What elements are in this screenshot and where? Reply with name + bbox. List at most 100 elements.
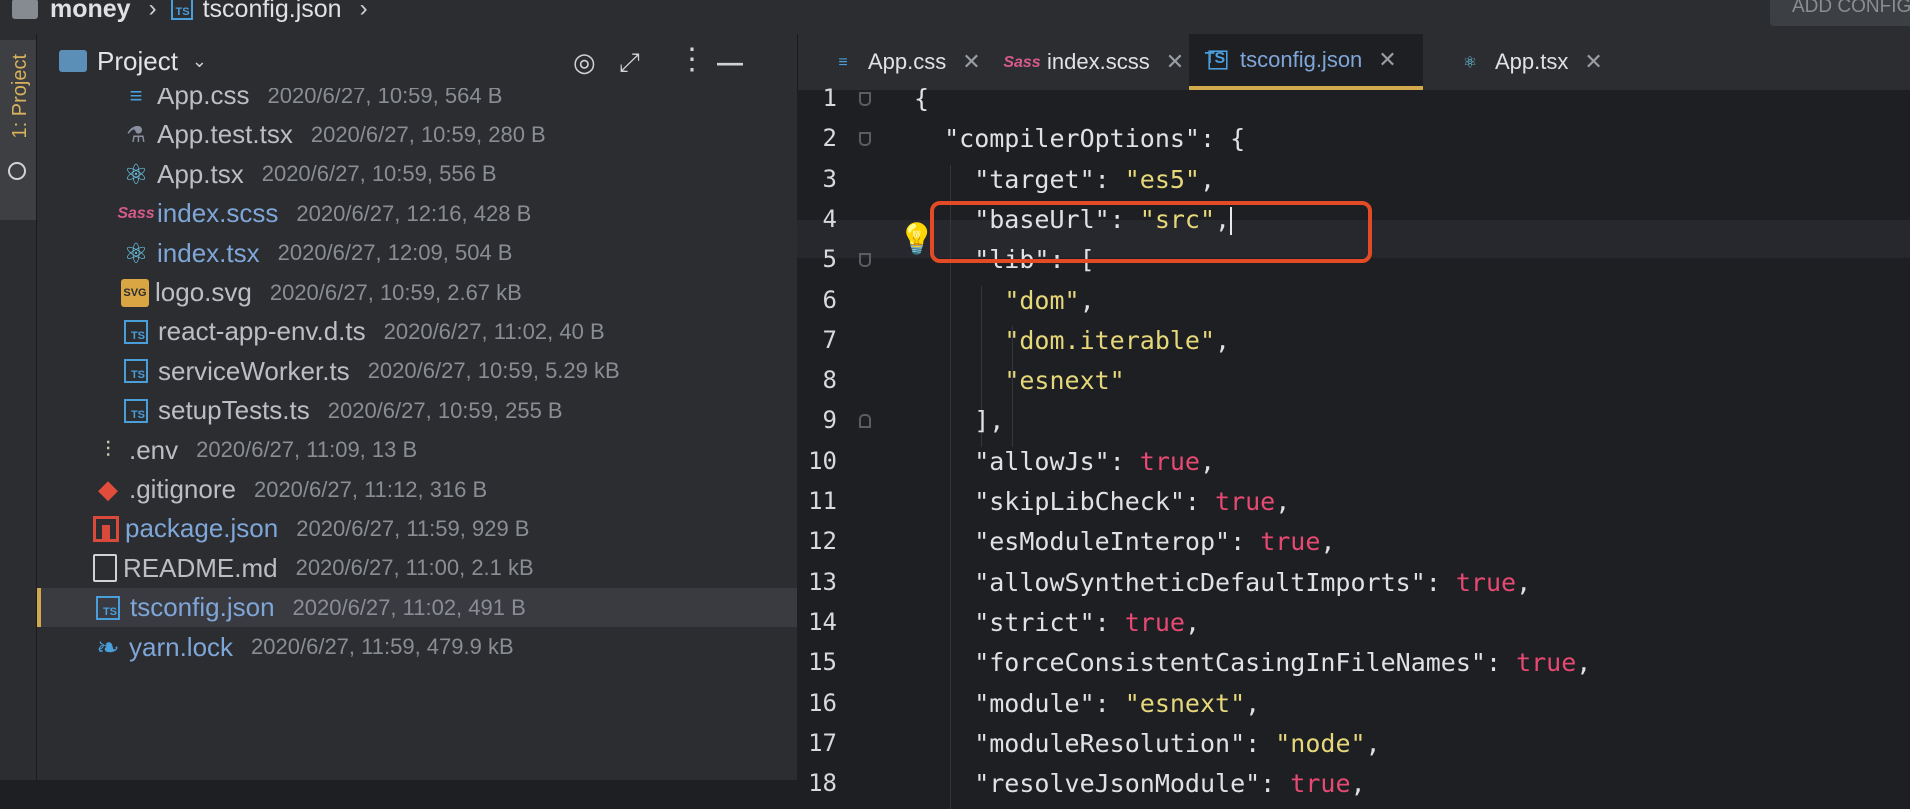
code-line: "target": "es5", xyxy=(914,165,1215,194)
code-line: "dom", xyxy=(914,285,1095,315)
panel-title[interactable]: Project xyxy=(97,46,178,77)
editor-tab[interactable]: Sass index.scss ✕ xyxy=(993,34,1184,90)
code-token: "allowSyntheticDefaultImports": xyxy=(914,567,1456,597)
breadcrumb-project[interactable]: money xyxy=(50,0,131,24)
code-token: , xyxy=(1350,769,1366,799)
tree-item[interactable]: ⚛ index.tsx 2020/6/27, 12:09, 504 B xyxy=(37,234,797,273)
tree-item[interactable]: ⚗ App.test.tsx 2020/6/27, 10:59, 280 B xyxy=(37,115,797,154)
css-icon: ≡ xyxy=(129,88,143,108)
file-name: setupTests.ts xyxy=(158,395,310,426)
more-options-icon[interactable]: ⋮ xyxy=(677,42,707,77)
css-icon: ≡ xyxy=(838,52,848,71)
minimize-icon[interactable]: — xyxy=(717,47,743,78)
editor-tab[interactable]: TS tsconfig.json ✕ xyxy=(1189,34,1423,90)
chevron-down-icon[interactable]: ⌄ xyxy=(192,51,207,72)
code-token: , xyxy=(1365,728,1381,758)
file-meta: 2020/6/27, 10:59, 5.29 kB xyxy=(367,358,620,384)
tree-item[interactable]: ⫶ .env 2020/6/27, 11:09, 13 B xyxy=(37,431,797,470)
tree-item[interactable]: ❧ yarn.lock 2020/6/27, 11:59, 479.9 kB xyxy=(37,628,797,667)
code-token: "target": xyxy=(914,164,1125,194)
file-name: .env xyxy=(129,434,179,465)
collapse-all-icon[interactable]: ⤢ xyxy=(619,47,640,79)
file-meta: 2020/6/27, 12:09, 504 B xyxy=(277,240,513,266)
code-line: "strict": true, xyxy=(914,608,1200,637)
file-name: package.json xyxy=(125,513,279,544)
code-line: "allowSyntheticDefaultImports": true, xyxy=(914,568,1531,597)
project-tool-label: 1: Project xyxy=(9,54,31,139)
code-token: , xyxy=(1184,607,1200,637)
editor-tab[interactable]: ⚛ App.tsx ✕ xyxy=(1441,34,1621,90)
breadcrumb-file[interactable]: tsconfig.json xyxy=(203,0,342,24)
code-token: "skipLibCheck": xyxy=(914,487,1216,516)
tree-item[interactable]: TS setupTests.ts 2020/6/27, 10:59, 255 B xyxy=(37,391,797,430)
tree-item[interactable]: README.md 2020/6/27, 11:00, 2.1 kB xyxy=(37,549,797,588)
tab-label: App.tsx xyxy=(1495,49,1569,74)
project-tool-button[interactable]: 1: Project xyxy=(0,40,36,220)
typescript-icon: TS xyxy=(124,319,148,344)
code-token: ], xyxy=(914,406,1005,436)
project-panel: Project ⌄ ◎ ⤢ ⋮ — ≡ App.css 2020/6/27, 10:… xyxy=(37,34,797,780)
code-line: "moduleResolution": "node", xyxy=(914,728,1381,758)
code-line: "esModuleInterop": true, xyxy=(914,527,1335,556)
file-meta: 2020/6/27, 10:59, 556 B xyxy=(261,161,497,187)
git-icon: ◆ xyxy=(98,474,118,504)
code-line: "resolveJsonModule": true, xyxy=(914,769,1366,799)
tree-item[interactable]: Sass index.scss 2020/6/27, 12:16, 428 B xyxy=(37,194,797,233)
code-token: , xyxy=(1516,567,1532,597)
typescript-icon: TS xyxy=(170,0,193,20)
tree-item[interactable]: ◆ .gitignore 2020/6/27, 11:12, 316 B xyxy=(37,470,797,509)
tree-item[interactable]: SVG logo.svg 2020/6/27, 10:59, 2.67 kB xyxy=(37,273,797,312)
file-name: logo.svg xyxy=(155,277,252,307)
tree-item[interactable]: TS serviceWorker.ts 2020/6/27, 10:59, 5.29… xyxy=(37,352,797,391)
breadcrumb: money › TS tsconfig.json › ADD CONFIGURA… xyxy=(0,0,1910,35)
code-token: true xyxy=(1516,648,1577,678)
add-configuration-button[interactable]: ADD CONFIGURATION xyxy=(1770,0,1910,26)
code-line: ], xyxy=(914,406,1004,435)
chevron-right-icon: › xyxy=(359,0,368,22)
folder-icon xyxy=(12,0,38,19)
file-meta: 2020/6/27, 11:09, 13 B xyxy=(196,437,418,463)
file-meta: 2020/6/27, 11:00, 2.1 kB xyxy=(295,555,534,581)
close-icon[interactable]: ✕ xyxy=(1378,47,1396,73)
tree-item[interactable]: ⚛ App.tsx 2020/6/27, 10:59, 556 B xyxy=(37,155,797,194)
tab-label: App.css xyxy=(868,49,947,74)
tree-item[interactable]: package.json 2020/6/27, 11:59, 929 B xyxy=(37,509,797,548)
code-line: "dom.iterable", xyxy=(914,326,1230,355)
code-token: { xyxy=(914,84,930,113)
code-token: "resolveJsonModule": xyxy=(914,769,1291,799)
code-line: "allowJs": true, xyxy=(914,447,1215,476)
tree-item[interactable]: ≡ App.css 2020/6/27, 10:59, 564 B xyxy=(37,88,797,115)
project-tree: ≡ App.css 2020/6/27, 10:59, 564 B ⚗ App.test… xyxy=(37,88,797,780)
file-name: .gitignore xyxy=(129,474,236,504)
code-line: { xyxy=(914,84,929,113)
editor-tab[interactable]: ≡ App.css ✕ xyxy=(814,34,986,90)
close-icon[interactable]: ✕ xyxy=(962,49,980,75)
react-icon: ⚛ xyxy=(1462,53,1478,72)
code-token: "moduleResolution": xyxy=(914,728,1276,758)
typescript-icon: TS xyxy=(124,398,148,423)
annotation-highlight-box xyxy=(930,201,1372,263)
file-name: yarn.lock xyxy=(129,631,234,662)
code-token: , xyxy=(1079,285,1095,315)
tree-item[interactable]: TS react-app-env.d.ts 2020/6/27, 11:02, 40… xyxy=(37,312,797,351)
file-name: App.css xyxy=(157,88,250,110)
code-token: true xyxy=(1455,567,1517,597)
code-token: , xyxy=(1245,688,1261,718)
close-icon[interactable]: ✕ xyxy=(1166,49,1184,75)
file-meta: 2020/6/27, 10:59, 255 B xyxy=(327,397,563,423)
locate-target-icon[interactable]: ◎ xyxy=(573,47,596,78)
file-meta: 2020/6/27, 12:16, 428 B xyxy=(296,200,532,226)
file-name: App.test.tsx xyxy=(157,119,293,150)
code-token: , xyxy=(1215,325,1231,355)
editor-tab-bar: ≡ App.css ✕ Sass index.scss ✕ TS tsconfig.json ✕… xyxy=(797,34,1910,90)
close-icon[interactable]: ✕ xyxy=(1584,49,1602,75)
file-meta: 2020/6/27, 11:59, 929 B xyxy=(296,515,530,541)
code-line: "esnext" xyxy=(914,366,1124,395)
tree-item[interactable]: TS tsconfig.json 2020/6/27, 11:02, 491 B xyxy=(37,588,797,628)
tab-label: tsconfig.json xyxy=(1240,47,1363,72)
code-area[interactable]: { "compilerOptions": { "target": "es5", … xyxy=(797,84,1910,809)
file-meta: 2020/6/27, 11:59, 479.9 kB xyxy=(251,634,514,660)
code-token: true xyxy=(1215,487,1276,516)
